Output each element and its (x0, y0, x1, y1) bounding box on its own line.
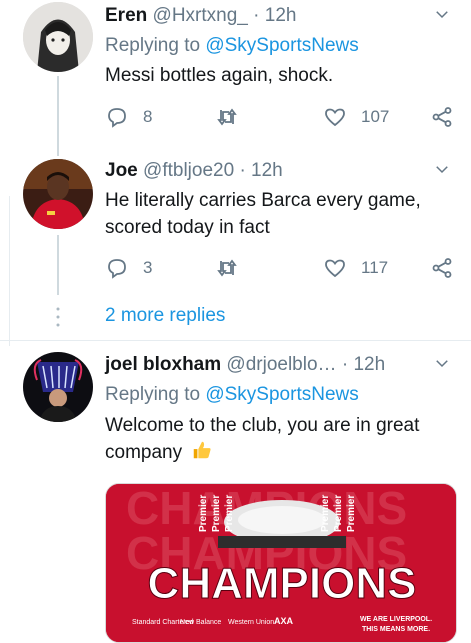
reply-count: 8 (143, 107, 153, 126)
replying-to-label: Replying to (105, 384, 206, 405)
chevron-down-icon[interactable] (433, 160, 451, 178)
user-handle[interactable]: @Hxrtxng_ (153, 5, 248, 26)
timestamp[interactable]: 12h (251, 160, 283, 181)
display-name[interactable]: joel bloxham (105, 354, 221, 375)
ribbon-text-3: Premier (224, 495, 235, 532)
tweet-actions: 8 107 (105, 105, 460, 131)
sponsor-4: AXA (274, 616, 294, 626)
retweet-icon (217, 108, 237, 126)
chevron-down-icon[interactable] (433, 354, 451, 372)
avatar[interactable] (23, 159, 93, 229)
like-button[interactable]: 107 (323, 105, 389, 129)
tweet-header: joel bloxham @drjoelblo… · 12h (105, 354, 451, 378)
tweet-text: He literally carries Barca every game, s… (105, 190, 421, 238)
heart-icon (325, 108, 345, 127)
reply-icon (108, 259, 126, 279)
sponsor-2: New Balance (180, 619, 221, 626)
tweet-text: Welcome to the club, you are in great co… (105, 412, 441, 466)
chevron-down-icon[interactable] (433, 5, 451, 23)
media-image[interactable]: CHAMPIONS CHAMPIONS Premier Premier Prem… (105, 483, 457, 643)
tweet-joel-bloxham[interactable]: joel bloxham @drjoelblo… · 12h Replying … (0, 341, 471, 643)
more-replies-link[interactable]: 2 more replies (105, 305, 225, 327)
display-name[interactable]: Eren (105, 5, 147, 26)
like-button[interactable]: 117 (323, 256, 388, 280)
share-icon (432, 107, 452, 127)
tweet-eren[interactable]: Eren @Hxrtxng_ · 12h Replying to @SkySpo… (0, 0, 471, 156)
avatar[interactable] (23, 2, 93, 72)
like-count: 107 (361, 107, 390, 126)
timestamp[interactable]: 12h (265, 5, 297, 26)
reply-icon (108, 108, 126, 128)
thumbs-up-icon (194, 441, 211, 459)
retweet-button[interactable] (215, 256, 253, 280)
thread-line (57, 235, 59, 295)
share-icon (432, 258, 452, 278)
separator: · (239, 160, 246, 181)
replying-to: Replying to @SkySportsNews (105, 35, 359, 57)
ribbon-text-1: Premier (198, 495, 209, 532)
heart-icon (325, 259, 345, 278)
separator: · (253, 5, 260, 26)
display-name[interactable]: Joe (105, 160, 138, 181)
ribbon-text-2: Premier (211, 495, 222, 532)
slogan-line-1: WE ARE LIVERPOOL. (360, 616, 432, 623)
tweet-actions: 3 117 (105, 256, 460, 282)
ribbon-text-5: Premier (333, 495, 344, 532)
reply-count: 3 (143, 258, 153, 277)
tweet-joe[interactable]: Joe @ftbljoe20 · 12h He literally carrie… (0, 150, 471, 300)
replying-to: Replying to @SkySportsNews (105, 384, 359, 406)
headline-text: CHAMPIONS (148, 559, 417, 608)
replying-to-label: Replying to (105, 35, 206, 56)
reply-button[interactable]: 3 (105, 256, 152, 280)
like-count: 117 (361, 258, 389, 277)
thread-dots (56, 307, 60, 327)
slogan-line-2: THIS MEANS MORE. (362, 626, 430, 633)
ribbon-text-4: Premier (320, 495, 331, 532)
share-button[interactable] (430, 105, 454, 129)
user-handle[interactable]: @ftbljoe20 (143, 160, 234, 181)
replying-to-handle[interactable]: @SkySportsNews (205, 35, 358, 56)
sponsor-3: Western Union (228, 619, 274, 626)
share-button[interactable] (430, 256, 454, 280)
tweet-header: Joe @ftbljoe20 · 12h (105, 160, 451, 184)
reply-button[interactable]: 8 (105, 105, 152, 129)
replying-to-handle[interactable]: @SkySportsNews (205, 384, 358, 405)
ribbon-text-6: Premier (346, 495, 357, 532)
tweet-text: Messi bottles again, shock. (105, 65, 334, 86)
separator: · (341, 354, 349, 375)
retweet-button[interactable] (215, 105, 253, 129)
tweet-text-content: Welcome to the club, you are in great co… (105, 415, 420, 463)
retweet-icon (217, 259, 237, 277)
tweet-header: Eren @Hxrtxng_ · 12h (105, 5, 451, 29)
avatar[interactable] (23, 352, 93, 422)
user-handle[interactable]: @drjoelblo… (226, 354, 336, 375)
thread-line (57, 76, 59, 156)
timestamp[interactable]: 12h (353, 354, 385, 375)
